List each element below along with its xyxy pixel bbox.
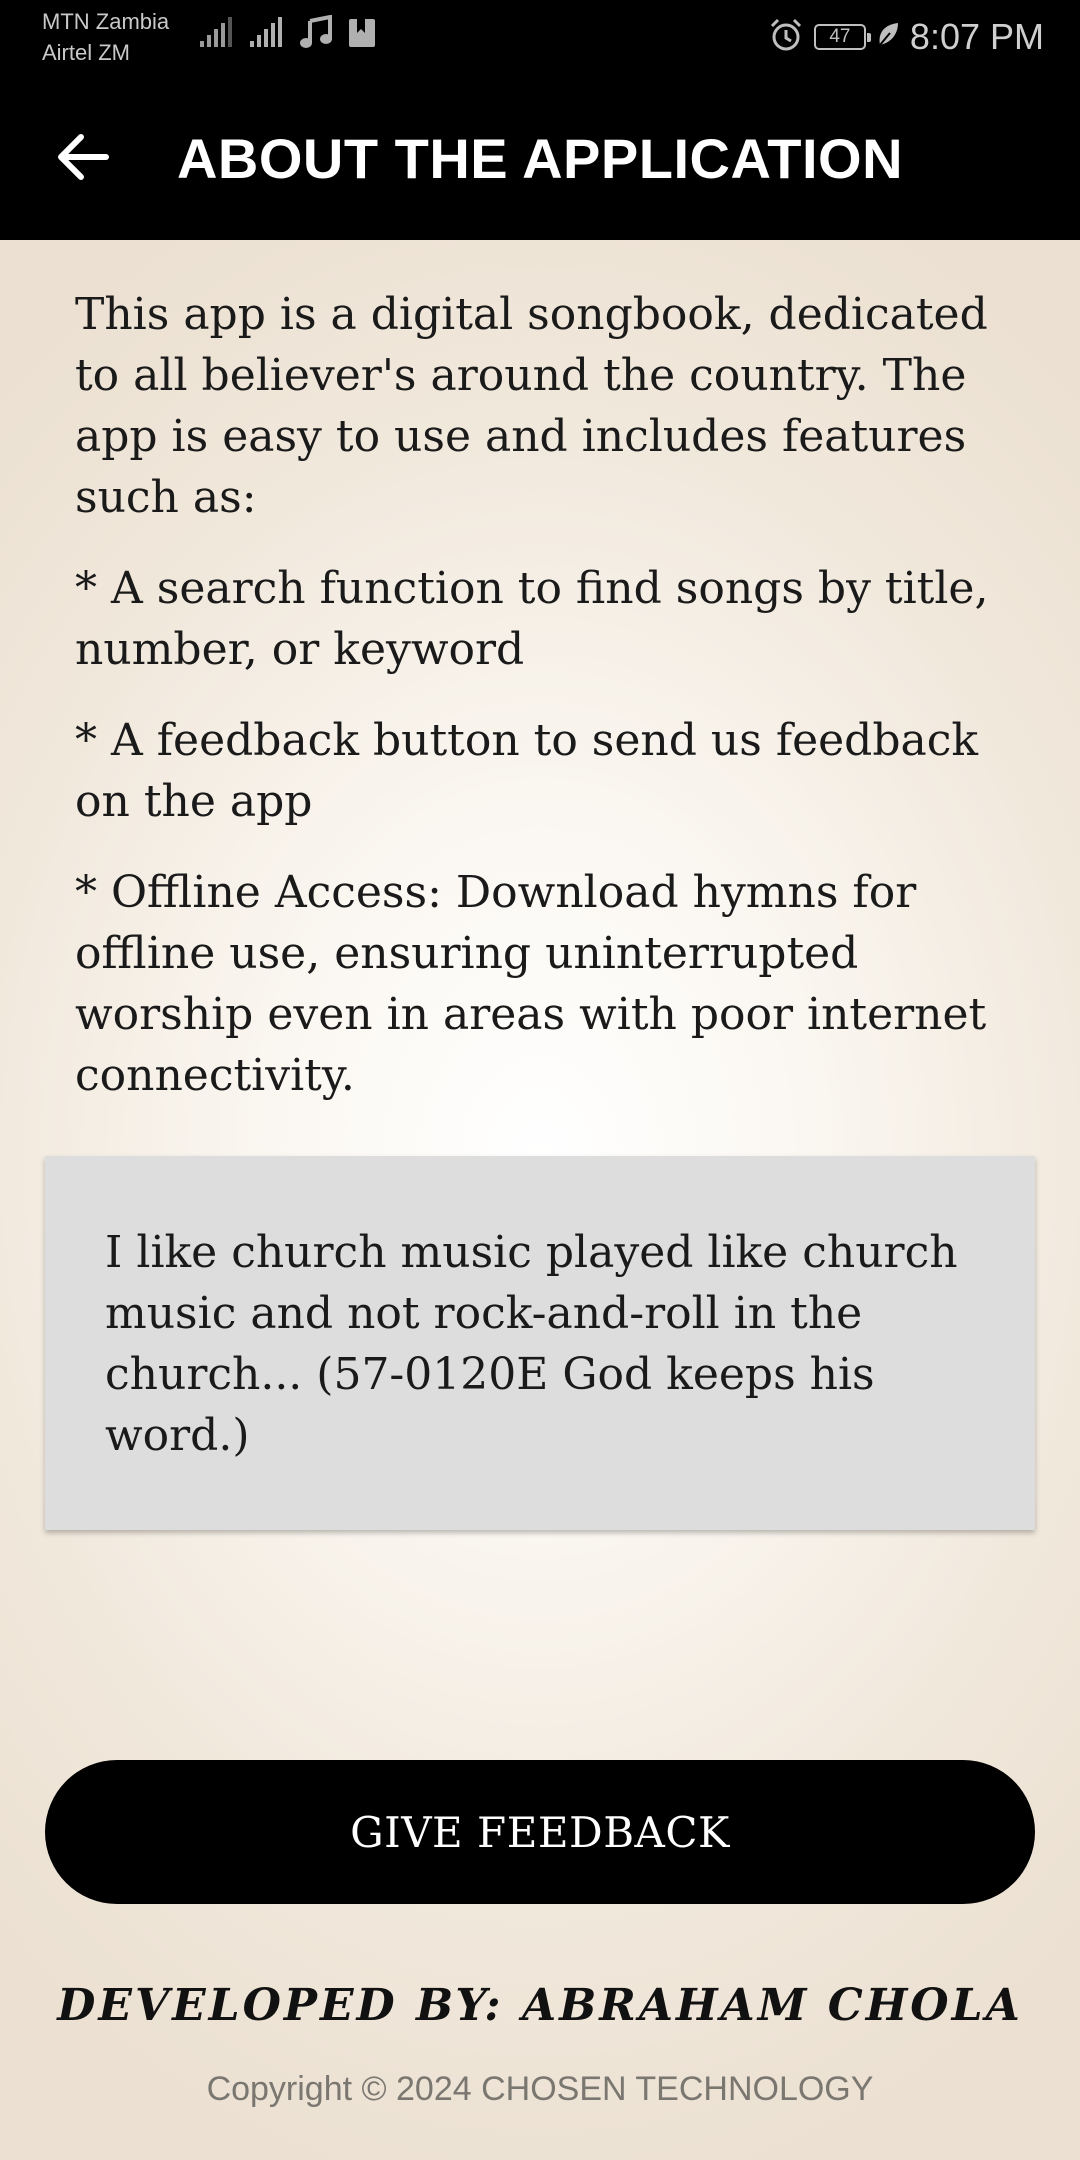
about-intro: This app is a digital songbook, dedicate…: [75, 289, 988, 523]
give-feedback-button[interactable]: GIVE FEEDBACK: [45, 1760, 1035, 1904]
leaf-icon: [876, 21, 900, 54]
carrier-2: Airtel ZM: [42, 40, 130, 65]
app-bar: ABOUT THE APPLICATION: [0, 74, 1080, 240]
copyright-text: Copyright © 2024 CHOSEN TECHNOLOGY: [206, 2070, 874, 2108]
status-bar: MTN Zambia Airtel ZM 47 8:07 PM: [0, 0, 1080, 74]
content-area: This app is a digital songbook, dedicate…: [0, 240, 1080, 2160]
about-text: This app is a digital songbook, dedicate…: [75, 284, 1035, 1136]
signal-icon: [200, 15, 236, 54]
page-title: ABOUT THE APPLICATION: [176, 127, 904, 190]
status-icons-right: 47 8:07 PM: [768, 12, 1044, 62]
carrier-1: MTN Zambia: [42, 9, 170, 34]
notification-icon: [348, 17, 376, 54]
feature-item: * A search function to find songs by tit…: [75, 563, 989, 675]
battery-icon: 47: [813, 24, 871, 50]
signal-icon: [250, 15, 286, 54]
status-icons-left: [200, 14, 376, 54]
quote-card: I like church music played like church m…: [45, 1156, 1035, 1530]
carrier-info: MTN Zambia Airtel ZM: [42, 6, 169, 68]
quote-text: I like church music played like church m…: [105, 1227, 958, 1461]
feature-item: * A feedback button to send us feedback …: [75, 715, 979, 827]
developer-credit: DEVELOPED BY: ABRAHAM CHOLA: [57, 1980, 1023, 2031]
feature-item: * Offline Access: Download hymns for off…: [75, 867, 987, 1101]
music-note-icon: [300, 14, 334, 54]
alarm-icon: [768, 17, 804, 58]
status-time: 8:07 PM: [909, 16, 1044, 57]
battery-level: 47: [829, 26, 851, 47]
